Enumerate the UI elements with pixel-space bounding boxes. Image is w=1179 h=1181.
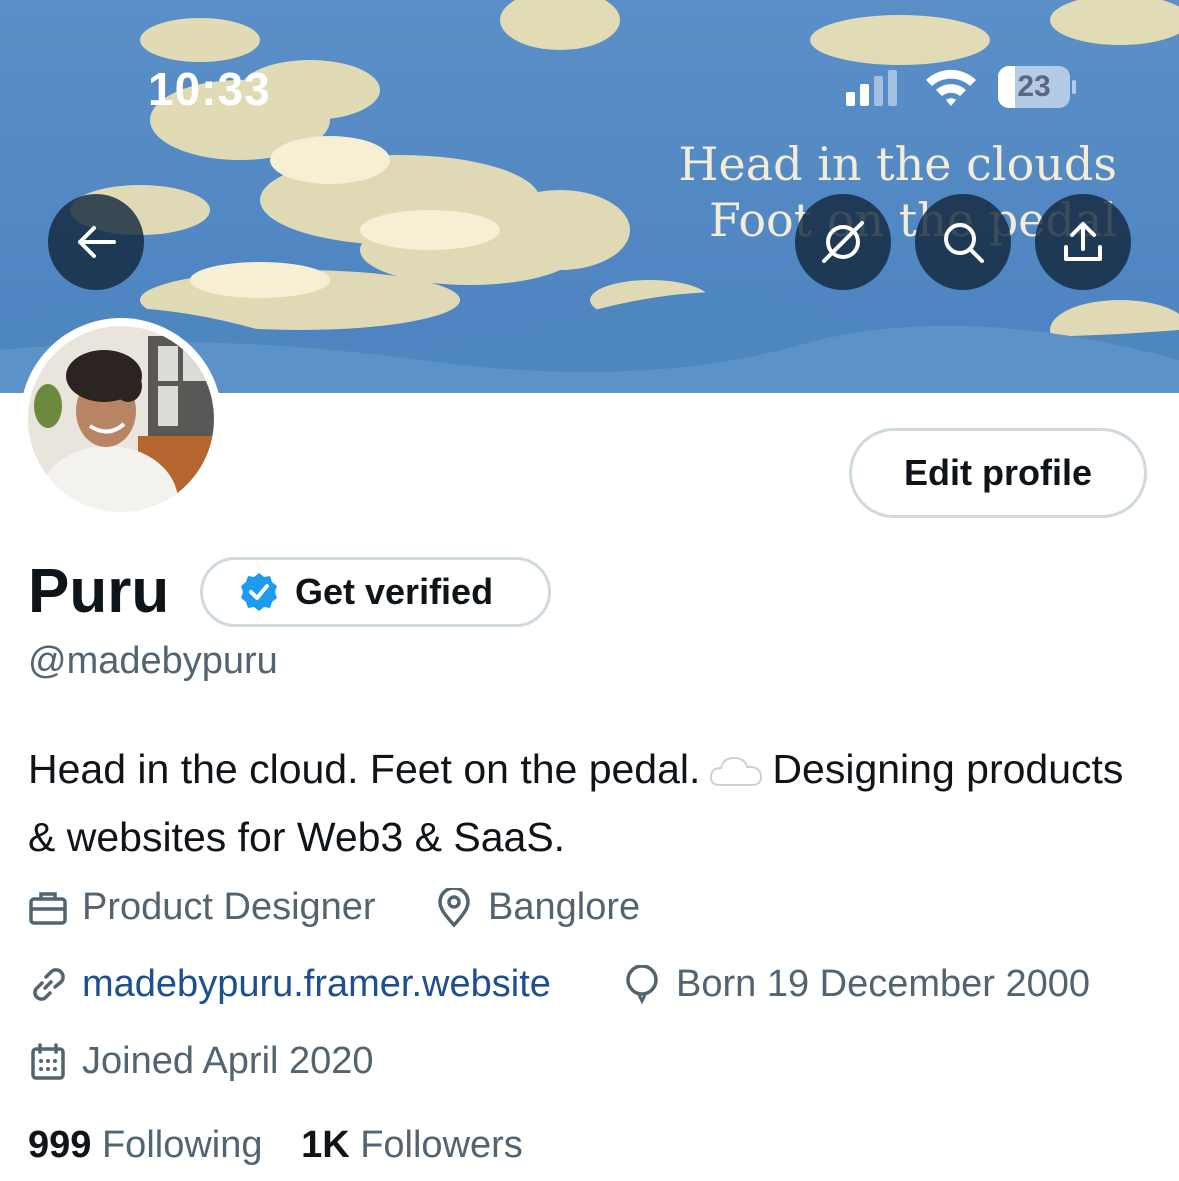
back-button[interactable] xyxy=(48,194,144,290)
avatar-photo xyxy=(28,326,214,512)
user-handle: @madebypuru xyxy=(28,640,278,682)
briefcase-icon xyxy=(29,891,67,925)
follow-stats: 999 Following 1K Followers xyxy=(28,1124,523,1167)
avatar[interactable] xyxy=(20,318,222,520)
profession-label: Product Designer xyxy=(82,886,376,928)
followers-count: 1K xyxy=(301,1124,350,1166)
profession: Product Designer xyxy=(28,886,376,929)
birthday: Born 19 December 2000 xyxy=(622,963,1090,1006)
search-button[interactable] xyxy=(915,194,1011,290)
link-icon xyxy=(33,967,65,1001)
followers-link[interactable]: 1K Followers xyxy=(301,1124,523,1166)
battery-percent: 23 xyxy=(1017,70,1051,103)
location-label: Banglore xyxy=(488,886,641,928)
crypto-button[interactable] xyxy=(795,194,891,290)
battery-indicator: 23 xyxy=(998,66,1076,108)
balloon-icon xyxy=(626,964,658,1004)
calendar-icon xyxy=(31,1042,65,1080)
verified-badge-icon xyxy=(241,573,277,611)
edit-profile-button[interactable]: Edit profile xyxy=(849,428,1147,518)
location-pin-icon xyxy=(438,887,470,928)
display-name: Puru xyxy=(28,557,170,626)
birthday-label: Born 19 December 2000 xyxy=(676,963,1091,1005)
following-label: Following xyxy=(101,1124,263,1166)
following-count: 999 xyxy=(28,1124,92,1166)
profile-bio: Head in the cloud. Feet on the pedal. Des… xyxy=(28,738,1148,868)
banner-line-1: Head in the clouds xyxy=(678,137,1117,191)
cellular-signal-icon xyxy=(846,70,906,111)
following-link[interactable]: 999 Following xyxy=(28,1124,263,1166)
wifi-icon xyxy=(924,66,978,111)
search-icon xyxy=(944,223,984,263)
get-verified-button[interactable]: Get verified xyxy=(200,557,551,627)
location: Banglore xyxy=(434,886,640,929)
share-icon xyxy=(1064,222,1102,261)
crypto-icon xyxy=(822,221,864,263)
cloud-icon xyxy=(708,744,764,806)
website-link[interactable]: madebypuru.framer.website xyxy=(82,963,551,1006)
status-time: 10:33 xyxy=(148,63,271,115)
share-button[interactable] xyxy=(1035,194,1131,290)
bio-text-1: Head in the cloud. Feet on the pedal. xyxy=(28,746,701,792)
joined-label: Joined April 2020 xyxy=(82,1040,374,1082)
get-verified-label: Get verified xyxy=(295,571,494,612)
website[interactable]: madebypuru.framer.website xyxy=(28,963,551,1006)
followers-label: Followers xyxy=(360,1124,523,1166)
joined-date: Joined April 2020 xyxy=(28,1040,374,1083)
back-arrow-icon xyxy=(78,226,116,258)
